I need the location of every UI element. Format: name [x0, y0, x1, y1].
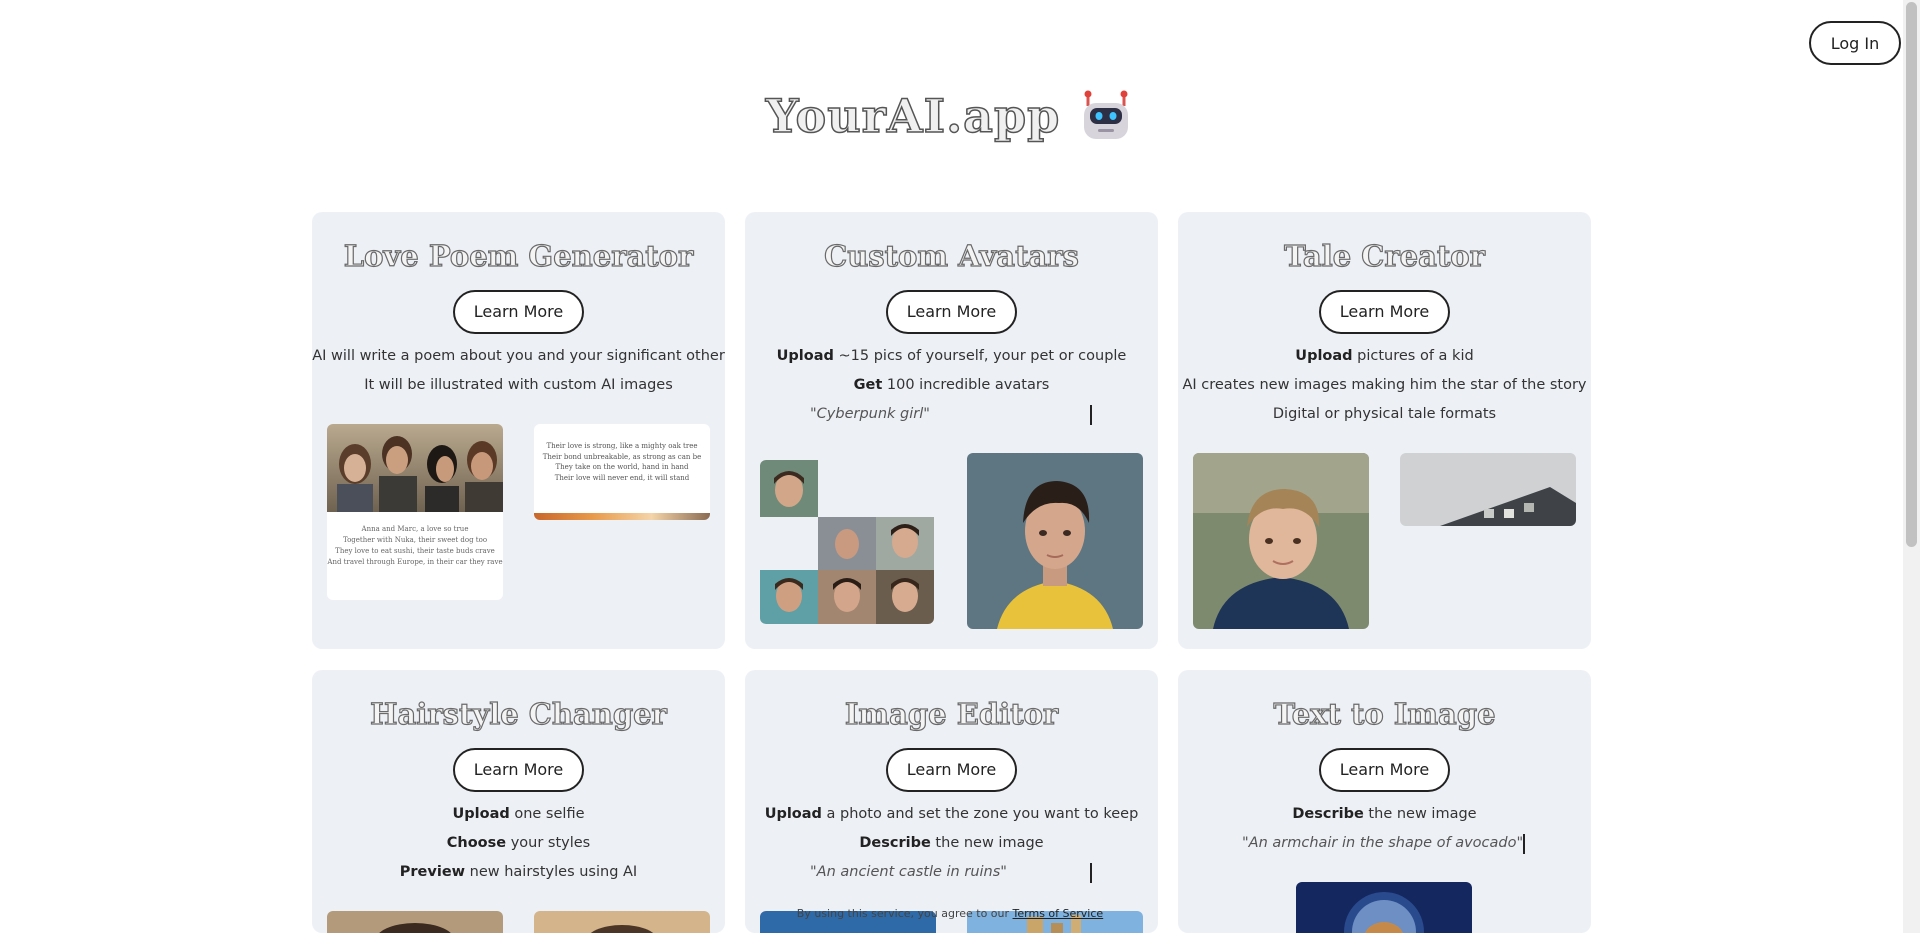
desc-rest: your styles	[506, 835, 591, 851]
desc-rest: a photo and set the zone you want to kee…	[821, 806, 1139, 822]
desc-line: Describe the new image	[1178, 800, 1591, 829]
desc-rest: one selfie	[509, 806, 585, 822]
example-prompt: "An armchair in the shape of avocado"	[1178, 829, 1591, 858]
example-prompt-text: "Cyberpunk girl"	[810, 406, 930, 422]
terms-of-service-link[interactable]: Terms of Service	[1013, 907, 1104, 920]
example-prompt: "Cyberpunk girl"	[745, 400, 1158, 429]
learn-more-button[interactable]: Learn More	[886, 748, 1017, 792]
terms-text: By using this service, you agree to our	[796, 907, 1010, 920]
poem-line: They take on the world, hand in hand	[555, 463, 689, 471]
card-image-editor: Image Editor Learn More Upload a photo a…	[745, 670, 1158, 933]
desc-line: AI will write a poem about you and your …	[312, 348, 725, 364]
desc-line: Upload a photo and set the zone you want…	[745, 800, 1158, 829]
desc-bold: Choose	[446, 835, 507, 851]
poem-line: They love to eat sushi, their taste buds…	[335, 547, 495, 555]
robot-icon	[1078, 88, 1134, 144]
desc-bold: Preview	[399, 864, 466, 880]
card-tale-creator: Tale Creator Learn More Upload pictures …	[1178, 212, 1591, 649]
desc-bold: Upload	[1295, 348, 1353, 364]
desc-rest: pictures of a kid	[1352, 348, 1474, 364]
brand-title: YourAI.app	[765, 88, 1061, 144]
desc-line: Upload pictures of a kid	[1178, 342, 1591, 371]
example-prompt: "An ancient castle in ruins"	[745, 858, 1158, 887]
card-text-to-image: Text to Image Learn More Describe the ne…	[1178, 670, 1591, 933]
card-description: AI will write a poem about you and your …	[312, 342, 725, 400]
card-title: Image Editor	[844, 696, 1059, 731]
scrollbar-thumb[interactable]	[1906, 2, 1917, 547]
selfie-collage-image	[760, 460, 934, 624]
login-button[interactable]: Log In	[1809, 21, 1901, 65]
poem-text-image: Their love is strong, like a mighty oak …	[534, 424, 710, 520]
desc-rest: ~15 pics of yourself, your pet or couple	[833, 348, 1127, 364]
desc-line: Choose your styles	[312, 829, 725, 858]
card-description: Upload one selfie Choose your styles Pre…	[312, 800, 725, 887]
brand-header: YourAI.app	[0, 88, 1900, 144]
poem-line: Together with Nuka, their sweet dog too	[342, 536, 488, 544]
card-title: Hairstyle Changer	[370, 696, 668, 731]
learn-more-button[interactable]: Learn More	[453, 748, 584, 792]
example-prompt-text: "An ancient castle in ruins"	[810, 864, 1007, 880]
poem-line: Their love is strong, like a mighty oak …	[546, 442, 698, 450]
card-description: Describe the new image "An armchair in t…	[1178, 800, 1591, 858]
desc-bold: Upload	[764, 806, 822, 822]
desc-rest: new hairstyles using AI	[465, 864, 638, 880]
page-scrollbar[interactable]	[1903, 0, 1920, 933]
card-title: Love Poem Generator	[343, 238, 694, 273]
desc-line: Upload ~15 pics of yourself, your pet or…	[745, 342, 1158, 371]
kid-photo-image	[1193, 453, 1369, 629]
card-title: Custom Avatars	[824, 238, 1080, 273]
card-title: Tale Creator	[1284, 238, 1486, 273]
desc-bold: Describe	[1292, 806, 1364, 822]
poem-line: Anna and Marc, a love so true	[361, 525, 469, 533]
example-prompt-text: "An armchair in the shape of avocado"	[1242, 835, 1524, 851]
terms-notice: By using this service, you agree to our …	[0, 907, 1900, 920]
desc-rest: 100 incredible avatars	[882, 377, 1050, 393]
desc-line: Get 100 incredible avatars	[745, 371, 1158, 400]
learn-more-button[interactable]: Learn More	[453, 290, 584, 334]
text-caret	[1090, 863, 1092, 883]
card-title: Text to Image	[1273, 696, 1496, 731]
learn-more-button[interactable]: Learn More	[1319, 748, 1450, 792]
desc-rest: the new image	[1363, 806, 1477, 822]
card-description: Upload pictures of a kid AI creates new …	[1178, 342, 1591, 429]
card-custom-avatars: Custom Avatars Learn More Upload ~15 pic…	[745, 212, 1158, 649]
desc-line: AI creates new images making him the sta…	[1182, 377, 1587, 393]
poem-line: Their bond unbreakable, as strong as can…	[542, 452, 702, 461]
desc-bold: Upload	[452, 806, 510, 822]
card-description: Upload a photo and set the zone you want…	[745, 800, 1158, 887]
learn-more-button[interactable]: Learn More	[1319, 290, 1450, 334]
desc-bold: Describe	[859, 835, 931, 851]
card-description: Upload ~15 pics of yourself, your pet or…	[745, 342, 1158, 429]
desc-line: Preview new hairstyles using AI	[312, 858, 725, 887]
poem-line: And travel through Europe, in their car …	[327, 558, 503, 566]
desc-line: It will be illustrated with custom AI im…	[364, 377, 673, 393]
desc-line: Digital or physical tale formats	[1272, 406, 1497, 422]
desc-line: Describe the new image	[745, 829, 1158, 858]
poem-illustration-image: Anna and Marc, a love so true Together w…	[327, 424, 503, 600]
learn-more-button[interactable]: Learn More	[886, 290, 1017, 334]
poem-line: Their love will never end, it will stand	[554, 473, 690, 482]
desc-line: Upload one selfie	[312, 800, 725, 829]
desc-bold: Upload	[776, 348, 834, 364]
card-hairstyle-changer: Hairstyle Changer Learn More Upload one …	[312, 670, 725, 933]
tale-book-image	[1400, 453, 1576, 526]
text-caret	[1523, 834, 1525, 854]
desc-rest: the new image	[930, 835, 1044, 851]
text-caret	[1090, 405, 1092, 425]
generated-avatar-image	[967, 453, 1143, 629]
desc-bold: Get	[853, 377, 883, 393]
card-love-poem: Love Poem Generator Learn More AI will w…	[312, 212, 725, 649]
